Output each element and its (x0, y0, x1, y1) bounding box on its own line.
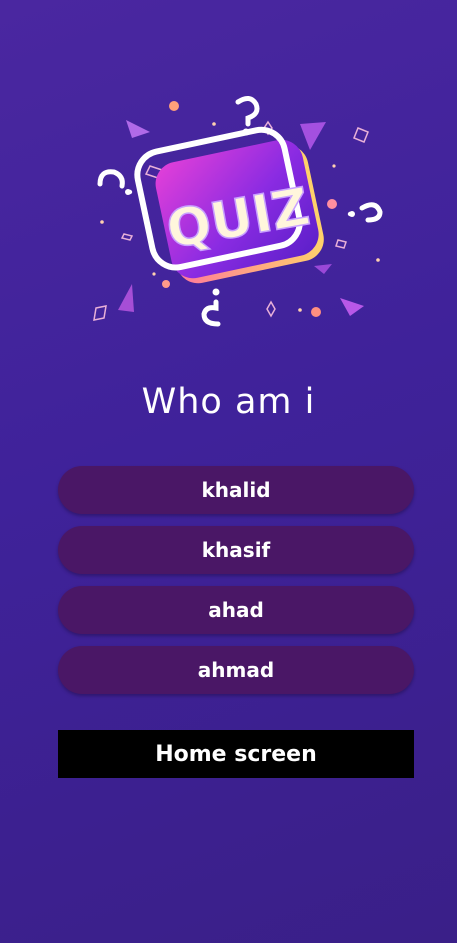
question-title: Who am i (141, 382, 316, 422)
option-button-3[interactable]: ahad (58, 586, 414, 634)
quiz-logo: QUIZ (88, 88, 388, 338)
home-screen-button[interactable]: Home screen (58, 730, 414, 778)
option-button-2[interactable]: khasif (58, 526, 414, 574)
option-button-4[interactable]: ahmad (58, 646, 414, 694)
option-button-1[interactable]: khalid (58, 466, 414, 514)
